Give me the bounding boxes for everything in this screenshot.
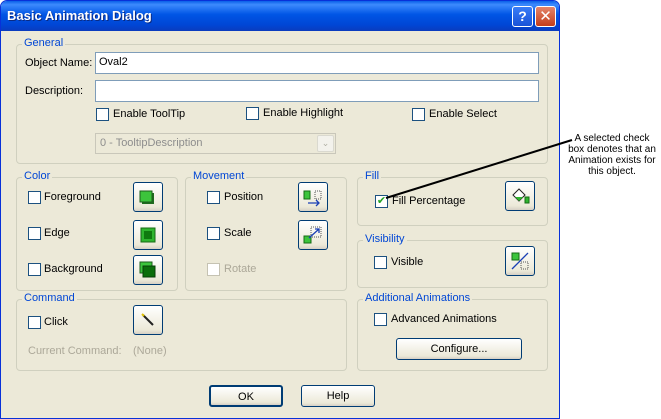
callout-text: A selected check box denotes that an Ani…: [568, 133, 656, 177]
callout-arrow: [385, 139, 573, 199]
